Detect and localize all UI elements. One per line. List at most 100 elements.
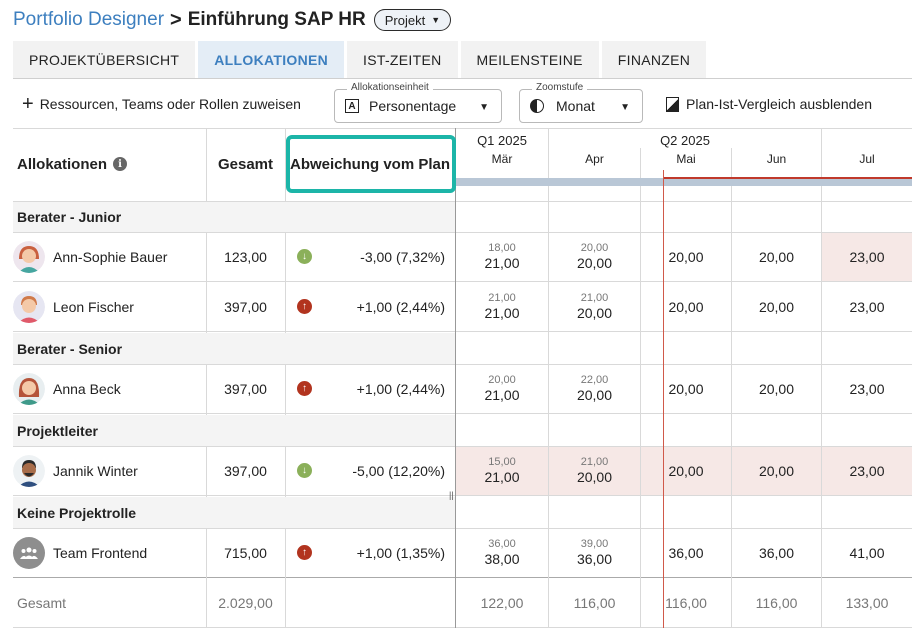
chevron-down-icon: ▼: [431, 15, 441, 25]
plan-value: 15,00: [488, 455, 516, 468]
table-row[interactable]: Ann-Sophie Bauer: [13, 232, 167, 281]
resource-name: Ann-Sophie Bauer: [53, 248, 168, 265]
info-icon[interactable]: i: [113, 157, 128, 171]
plan-value: 20,00: [580, 241, 609, 254]
allocation-cell[interactable]: 21,00 20,00: [549, 282, 640, 331]
actual-value: 20,00: [576, 304, 613, 321]
tab-ist-zeiten[interactable]: IST-ZEITEN: [347, 41, 461, 78]
plan-value: 39,00: [580, 537, 609, 550]
deviation-cell: +1,00 (2,44%): [356, 298, 445, 315]
column-header-total[interactable]: Gesamt: [206, 152, 285, 176]
quarter-header-q2: Q2 2025: [660, 132, 710, 148]
toggle-plan-actual-button[interactable]: Plan-Ist-Vergleich ausblenden: [666, 96, 872, 112]
group-label: Projektleiter: [17, 422, 98, 439]
resource-name: Anna Beck: [53, 380, 121, 397]
allocation-cell[interactable]: 39,00 36,00: [549, 528, 640, 577]
tab-projektuebersicht[interactable]: PROJEKTÜBERSICHT: [13, 41, 199, 78]
allocation-cell[interactable]: 20,00: [641, 446, 731, 495]
assign-resources-button[interactable]: + Ressourcen, Teams oder Rollen zuweisen: [22, 94, 301, 114]
month-header-jul: Jul: [859, 152, 875, 166]
project-type-dropdown[interactable]: Projekt ▼: [373, 9, 452, 31]
allocations-header-label: Allokationen: [17, 155, 108, 173]
highlight-frame: [286, 135, 456, 193]
total-cell: 123,00: [224, 248, 267, 265]
grid-line: [285, 446, 286, 497]
plan-value: 20,00: [488, 373, 516, 386]
totals-jun: 116,00: [755, 594, 798, 611]
allocation-cell[interactable]: 20,00: [641, 282, 731, 331]
allocation-cell[interactable]: 23,00: [822, 282, 912, 331]
arrow-down-icon: ↓: [297, 249, 312, 264]
table-row[interactable]: Jannik Winter: [13, 446, 138, 495]
totals-sum: 2.029,00: [218, 594, 273, 611]
grid-line: [285, 528, 286, 628]
group-label: Keine Projektrolle: [17, 504, 137, 521]
actual-value: 20,00: [576, 254, 613, 271]
allocation-cell[interactable]: 36,00: [641, 528, 731, 577]
allocation-cell[interactable]: 23,00: [822, 232, 912, 281]
table-row[interactable]: Leon Fischer: [13, 282, 134, 331]
deviation-cell: -5,00 (12,20%): [352, 462, 445, 479]
allocation-cell[interactable]: 18,00 21,00: [456, 232, 548, 281]
timeline-plan-bar: [456, 178, 912, 186]
project-type-label: Projekt: [384, 12, 426, 28]
allocation-cell[interactable]: 20,00: [732, 446, 821, 495]
tab-bar: PROJEKTÜBERSICHT ALLOKATIONEN IST-ZEITEN…: [13, 41, 710, 78]
breadcrumb-app-link[interactable]: Portfolio Designer: [13, 9, 164, 31]
resource-name: Team Frontend: [53, 544, 148, 561]
resource-name: Jannik Winter: [53, 462, 138, 479]
grid-line: [13, 331, 912, 332]
tab-meilensteine[interactable]: MEILENSTEINE: [460, 41, 602, 78]
table-row[interactable]: Anna Beck: [13, 364, 121, 413]
chevron-down-icon: ▼: [620, 102, 630, 113]
allocation-unit-value: Personentage: [369, 98, 457, 114]
zoom-icon: [530, 99, 544, 113]
allocation-cell[interactable]: 41,00: [822, 528, 912, 577]
plan-value: 18,00: [488, 241, 516, 254]
allocation-cell[interactable]: 20,00: [641, 232, 731, 281]
actual-value: 21,00: [484, 386, 520, 403]
zoom-level-select[interactable]: Zoomstufe Monat ▼: [519, 82, 643, 123]
allocation-cell[interactable]: 22,00 20,00: [549, 364, 640, 413]
zoom-level-value: Monat: [556, 98, 595, 114]
resize-handle-icon[interactable]: ||: [449, 490, 454, 500]
allocation-cell[interactable]: 20,00: [641, 364, 731, 413]
actual-value: 21,00: [484, 254, 520, 271]
allocation-cell[interactable]: 21,00 20,00: [549, 446, 640, 495]
allocation-cell[interactable]: 20,00 20,00: [549, 232, 640, 281]
grid-line: [285, 364, 286, 415]
month-header-mar: Mär: [491, 152, 513, 166]
allocation-cell[interactable]: 36,00: [732, 528, 821, 577]
allocation-cell[interactable]: 23,00: [822, 364, 912, 413]
allocation-cell[interactable]: 20,00: [732, 282, 821, 331]
allocation-cell[interactable]: 20,00: [732, 364, 821, 413]
allocation-cell[interactable]: 15,00 21,00: [456, 446, 548, 495]
trend-cell: ↑: [297, 364, 312, 413]
actual-value: 20,00: [576, 386, 613, 403]
toolbar: + Ressourcen, Teams oder Rollen zuweisen…: [0, 80, 912, 128]
plan-value: 22,00: [580, 373, 609, 386]
plan-value: 21,00: [580, 291, 609, 304]
plan-value: 21,00: [488, 291, 516, 304]
total-cell: 397,00: [224, 298, 267, 315]
trend-cell: ↓: [297, 446, 312, 495]
table-row[interactable]: Team Frontend: [13, 528, 147, 577]
allocation-cell[interactable]: 36,00 38,00: [456, 528, 548, 577]
avatar: [13, 290, 45, 323]
breadcrumb-separator: >: [170, 8, 182, 31]
allocation-unit-select[interactable]: Allokationseinheit A Personentage ▼: [334, 82, 502, 123]
month-header-apr: Apr: [585, 152, 604, 166]
grid-line: [13, 495, 912, 496]
tab-finanzen[interactable]: FINANZEN: [601, 41, 710, 78]
actual-value: 20,00: [576, 468, 613, 485]
allocation-cell[interactable]: 21,00 21,00: [456, 282, 548, 331]
grid-line: [13, 413, 912, 414]
allocation-cell[interactable]: 20,00 21,00: [456, 364, 548, 413]
allocation-cell[interactable]: 23,00: [822, 446, 912, 495]
totals-jul: 133,00: [845, 594, 889, 611]
allocation-grid: Allokationen i Gesamt Abweichung vom Pla…: [13, 128, 912, 628]
totals-apr: 116,00: [573, 594, 616, 611]
allocation-cell[interactable]: 20,00: [732, 232, 821, 281]
tab-allokationen[interactable]: ALLOKATIONEN: [198, 41, 348, 78]
actual-value: 36,00: [576, 550, 613, 567]
